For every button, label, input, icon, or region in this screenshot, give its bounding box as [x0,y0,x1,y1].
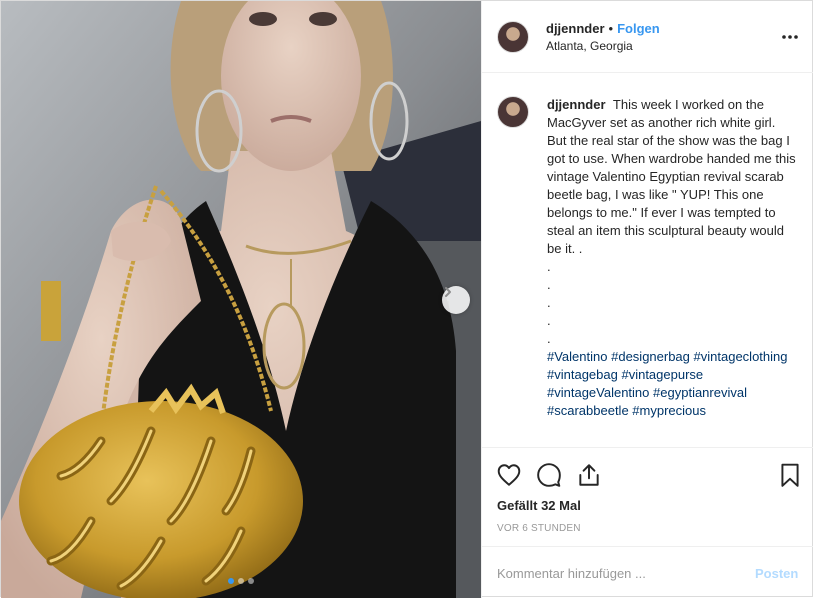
hashtag[interactable]: #scarabbeetle [547,403,629,418]
header-name-row: djjennder • Folgen [546,21,660,36]
comment-input[interactable] [497,563,737,583]
hashtag[interactable]: #designerbag [611,349,690,364]
carousel-dot-3 [248,578,254,584]
post-caption: djjennder This week I worked on the MacG… [547,96,797,420]
post-header: djjennder • Folgen Atlanta, Georgia [482,1,813,73]
header-username[interactable]: djjennder [546,21,605,36]
header-separator: • [608,21,614,36]
bookmark-icon [781,463,799,487]
hashtag[interactable]: #egyptianrevival [653,385,747,400]
hashtag[interactable]: #vintagepurse [621,367,703,382]
post-comment-button[interactable]: Posten [755,566,798,581]
post-timestamp[interactable]: VOR 6 STUNDEN [497,523,581,534]
share-icon [579,464,599,486]
post-container: djjennder • Folgen Atlanta, Georgia djje… [0,0,813,598]
hashtag[interactable]: #vintageclothing [694,349,788,364]
hashtag[interactable]: #vintageValentino [547,385,649,400]
comments-section[interactable]: djjennder This week I worked on the MacG… [482,74,813,446]
avatar[interactable] [497,21,529,53]
share-button[interactable] [576,462,602,488]
caption-text: This week I worked on the MacGyver set a… [547,97,796,346]
carousel-dot-2 [238,578,244,584]
post-sidebar: djjennder • Folgen Atlanta, Georgia djje… [481,1,813,598]
post-photo[interactable] [1,1,481,598]
hashtag-list: #Valentino #designerbag #vintageclothing… [547,348,797,420]
post-actions: Gefällt 32 Mal VOR 6 STUNDEN [482,447,813,547]
photo-illustration [1,1,481,598]
chevron-right-icon [445,287,451,297]
comment-icon [537,463,561,487]
follow-button[interactable]: Folgen [617,21,660,36]
heart-icon [497,464,521,486]
hashtag[interactable]: #Valentino [547,349,607,364]
comment-button[interactable] [536,462,562,488]
carousel-dot-1 [228,578,234,584]
hashtag[interactable]: #vintagebag [547,367,618,382]
like-button[interactable] [496,462,522,488]
post-location[interactable]: Atlanta, Georgia [546,39,633,53]
more-options-button[interactable] [780,27,800,47]
carousel-indicator [1,578,481,584]
hashtag[interactable]: #myprecious [632,403,706,418]
comment-form: Posten [482,546,813,598]
carousel-next-button[interactable] [442,286,470,314]
caption-avatar[interactable] [497,96,529,128]
save-button[interactable] [777,462,803,488]
more-icon [782,35,798,39]
like-count[interactable]: Gefällt 32 Mal [497,498,581,513]
caption-username[interactable]: djjennder [547,97,606,112]
